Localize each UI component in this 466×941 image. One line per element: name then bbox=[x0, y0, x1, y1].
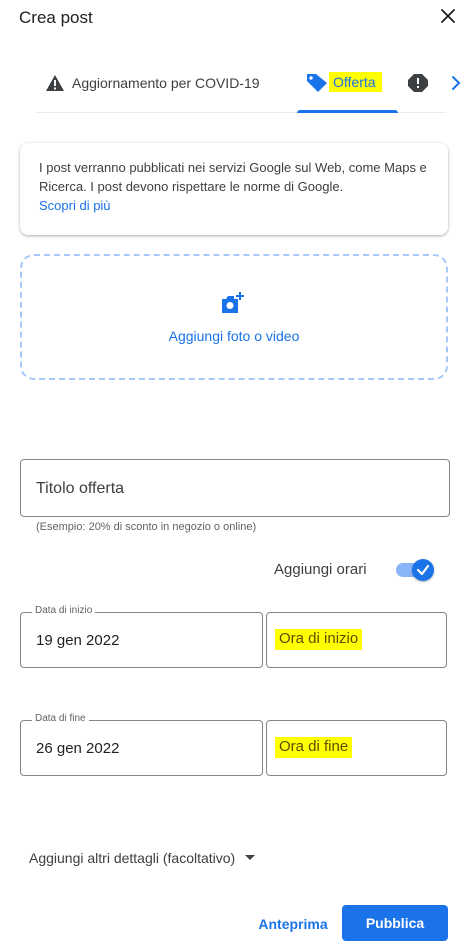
tab-covid-update[interactable]: Aggiornamento per COVID-19 bbox=[45, 72, 260, 94]
tab-alert[interactable] bbox=[407, 73, 429, 98]
tab-active-indicator bbox=[297, 110, 398, 113]
end-date-value: 26 gen 2022 bbox=[36, 740, 120, 757]
info-card-text: I post verranno pubblicati nei servizi G… bbox=[39, 160, 427, 194]
offer-title-helper: (Esempio: 20% di sconto in negozio o onl… bbox=[36, 521, 257, 533]
start-time-placeholder-wrap: Ora di inizio bbox=[275, 629, 363, 650]
tag-icon bbox=[307, 74, 327, 92]
dialog-title: Crea post bbox=[19, 8, 93, 27]
start-time-placeholder: Ora di inizio bbox=[275, 629, 363, 650]
preview-button[interactable]: Anteprima bbox=[250, 909, 336, 939]
chevron-right-icon[interactable] bbox=[450, 74, 462, 92]
offer-title-placeholder: Titolo offerta bbox=[36, 480, 125, 497]
check-icon bbox=[416, 564, 430, 576]
tab-covid-label: Aggiornamento per COVID-19 bbox=[72, 75, 260, 91]
add-photo-label[interactable]: Aggiungi foto o video bbox=[20, 328, 448, 344]
add-hours-toggle-knob[interactable] bbox=[412, 559, 434, 581]
dropdown-arrow-icon bbox=[245, 855, 256, 860]
tab-offer[interactable]: Offerta bbox=[305, 70, 382, 94]
tab-offer-label: Offerta bbox=[329, 72, 382, 92]
close-button[interactable] bbox=[436, 4, 460, 28]
end-time-placeholder: Ora di fine bbox=[275, 737, 353, 758]
learn-more-link[interactable]: Scopri di più bbox=[39, 198, 111, 213]
end-time-placeholder-wrap: Ora di fine bbox=[275, 737, 353, 758]
add-photo-icon bbox=[222, 292, 244, 313]
info-card-text-block: I post verranno pubblicati nei servizi G… bbox=[39, 158, 439, 215]
close-icon[interactable] bbox=[436, 4, 460, 28]
alert-badge-icon bbox=[408, 74, 428, 92]
add-photo-button[interactable] bbox=[220, 291, 246, 320]
warning-icon bbox=[46, 75, 64, 91]
start-date-value: 19 gen 2022 bbox=[36, 632, 120, 649]
add-hours-label: Aggiungi orari bbox=[274, 561, 367, 578]
tabs-next-button[interactable] bbox=[450, 74, 462, 97]
end-date-label: Data di fine bbox=[32, 713, 89, 724]
more-details-dropdown[interactable]: Aggiungi altri dettagli (facoltativo) bbox=[29, 850, 256, 866]
more-details-label: Aggiungi altri dettagli (facoltativo) bbox=[29, 850, 236, 866]
start-date-label: Data di inizio bbox=[32, 605, 96, 616]
